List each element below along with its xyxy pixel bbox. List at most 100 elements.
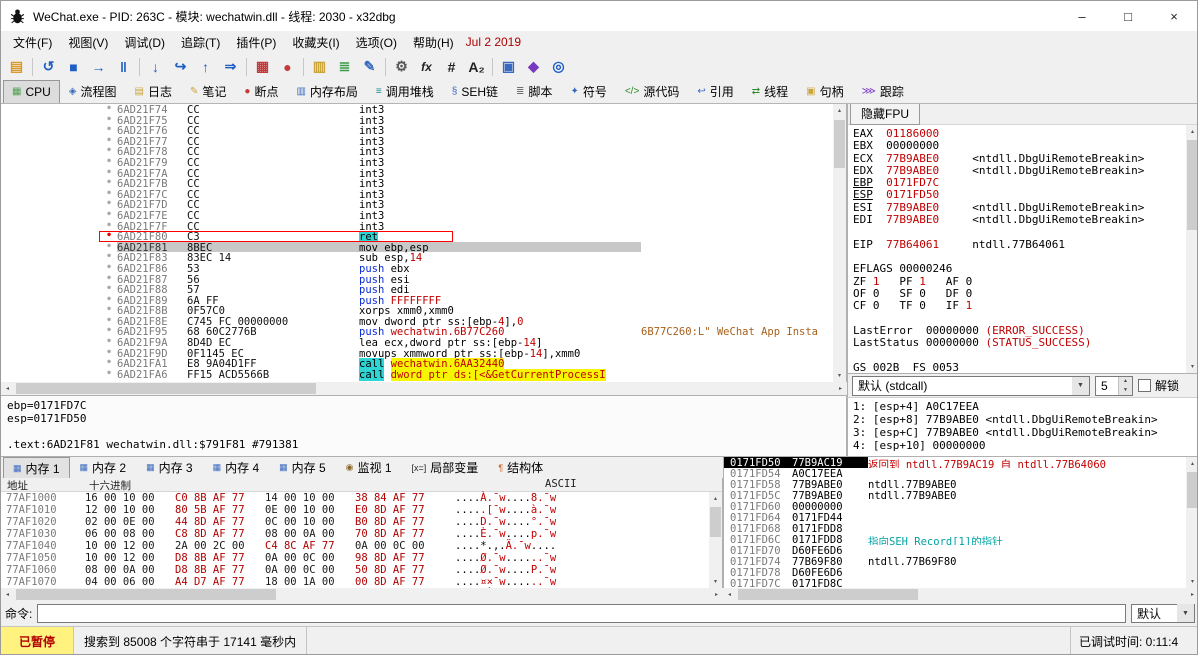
cpu-window-icon[interactable]: ▣ [496,55,521,78]
scroll-track[interactable] [1186,138,1198,360]
hash-icon[interactable]: # [439,55,464,78]
settings-icon[interactable]: ⚙ [389,55,414,78]
argument-line[interactable]: 1: [esp+4] A0C17EEA [853,400,1194,413]
breakpoint-dot[interactable]: ● [101,210,117,221]
breakpoint-dot[interactable]: ● [101,146,117,157]
menu-item[interactable]: 调试(D) [116,32,173,53]
menu-item[interactable]: 收藏夹(I) [284,32,347,53]
breakpoint-dot[interactable]: ● [101,263,117,274]
argument-count-stepper[interactable]: 5 ▲▼ [1095,376,1133,396]
stack-vscrollbar[interactable]: ▴ ▾ [1186,457,1198,588]
scroll-right-icon[interactable]: ▸ [1186,588,1198,601]
disassembly-vscrollbar[interactable]: ▴ ▾ [833,104,846,382]
breakpoint-dot[interactable]: ● [101,125,117,136]
scroll-thumb[interactable] [710,507,721,537]
tab-struct[interactable]: ¶结构体 [488,457,553,478]
register-line[interactable]: CF 0 TF 0 IF 1 [853,300,1194,312]
dump-row[interactable]: 77AF107004 00 06 00A4 D7 AF 7718 00 1A 0… [1,576,722,588]
register-line[interactable]: LastStatus 00000000 (STATUS_SUCCESS) [853,337,1194,349]
tab-trace[interactable]: ⋙跟踪 [853,80,913,103]
run-icon[interactable]: → [86,55,111,78]
disasm-row[interactable]: ●6AD21F8756push esi [1,274,846,285]
breakpoint-dot[interactable]: ● [101,168,117,179]
restart-icon[interactable]: ↺ [36,55,61,78]
scroll-track[interactable] [1186,470,1198,575]
tab-breakpoints[interactable]: ●断点 [235,80,287,103]
breakpoint-dot[interactable]: ● [101,326,117,337]
registers-vscrollbar[interactable]: ▴ ▾ [1186,125,1198,373]
scroll-right-icon[interactable]: ▸ [710,588,723,601]
tab-references[interactable]: ↩引用 [688,80,742,103]
stack-row[interactable]: 0171FD640171FD44 [724,512,1198,523]
scroll-left-icon[interactable]: ◂ [1,382,14,395]
scroll-up-icon[interactable]: ▴ [1186,457,1198,470]
argument-line[interactable]: 3: [esp+C] 77B9ABE0 <ntdll.DbgUiRemoteBr… [853,426,1194,439]
scroll-up-icon[interactable]: ▴ [709,492,722,505]
fx-icon[interactable]: fx [414,55,439,78]
stack-row[interactable]: 0171FD6000000000 [724,501,1198,512]
menu-item[interactable]: 插件(P) [228,32,284,53]
argument-line[interactable]: 4: [esp+10] 00000000 [853,439,1194,452]
scroll-down-icon[interactable]: ▾ [833,369,846,382]
tab-symbols[interactable]: ✦符号 [561,80,615,103]
dump-row[interactable]: 77AF104010 00 12 002A 00 2C 00C4 8C AF 7… [1,540,722,552]
disasm-row[interactable]: ●6AD21F76CCint3 [1,125,846,136]
pause-icon[interactable]: ‖ [111,55,136,78]
dump-row[interactable]: 77AF101012 00 10 0080 5B AF 770E 00 10 0… [1,504,722,516]
dump-row[interactable]: 77AF102002 00 0E 0044 8D AF 770C 00 10 0… [1,516,722,528]
dump-row[interactable]: 77AF103006 00 08 00C8 8D AF 7708 00 0A 0… [1,528,722,540]
menu-item[interactable]: 视图(V) [60,32,116,53]
tab-memory-4[interactable]: ▦内存 4 [203,457,270,478]
scroll-thumb[interactable] [834,120,845,168]
scroll-track[interactable] [736,588,1186,601]
disasm-row[interactable]: ●6AD21F7ACCint3 [1,168,846,179]
disasm-row[interactable]: ●6AD21F9A8D4D EClea ecx,dword ptr ss:[eb… [1,337,846,348]
tab-log[interactable]: ▤日志 [126,80,181,103]
run-to-user-code-icon[interactable]: ⇒ [218,55,243,78]
stop-icon[interactable]: ■ [61,55,86,78]
tab-memory-5[interactable]: ▦内存 5 [269,457,336,478]
breakpoint-dot[interactable]: ● [101,252,117,263]
register-line[interactable]: GS 002B FS 0053 [853,362,1194,373]
menu-item[interactable]: 选项(O) [348,32,405,53]
breakpoint-dot[interactable]: ● [101,295,117,306]
scroll-thumb[interactable] [1187,472,1198,508]
tab-memory-3[interactable]: ▦内存 3 [136,457,203,478]
scroll-track[interactable] [14,588,710,601]
disasm-row[interactable]: ●6AD21F8383EC 14sub esp,14 [1,252,846,263]
dump-hscrollbar[interactable]: ◂ ▸ [1,588,723,601]
command-input[interactable] [37,604,1126,623]
stepper-buttons[interactable]: ▲▼ [1118,377,1132,395]
chevron-down-icon[interactable]: ▼ [1177,604,1194,622]
disasm-row[interactable]: ●6AD21F74CCint3 [1,104,846,115]
disasm-row[interactable]: ●6AD21F7ECCint3 [1,210,846,221]
execute-till-return-icon[interactable]: ↑ [193,55,218,78]
scroll-up-icon[interactable]: ▴ [833,104,846,117]
scroll-down-icon[interactable]: ▾ [1186,360,1198,373]
menu-item[interactable]: 文件(F) [5,32,60,53]
open-file-icon[interactable]: ▤ [4,55,29,78]
disasm-row[interactable]: ●6AD21F80C3ret [1,231,846,242]
breakpoint-dot[interactable]: ● [101,369,117,380]
scroll-thumb[interactable] [738,589,918,600]
tab-memory-map[interactable]: ▥内存布局 [287,80,366,103]
scroll-track[interactable] [833,117,846,369]
tab-memory-2[interactable]: ▦内存 2 [70,457,137,478]
tab-memory-1[interactable]: ▦内存 1 [3,457,70,478]
breakpoint-dot[interactable]: ● [101,178,117,189]
breakpoint-dot[interactable]: ● [101,284,117,295]
patches-icon[interactable]: ✎ [357,55,382,78]
scroll-down-icon[interactable]: ▾ [1186,575,1198,588]
disasm-row[interactable]: ●6AD21F8857push edi [1,284,846,295]
step-over-icon[interactable]: ↪ [168,55,193,78]
breakpoint-dot[interactable]: ● [101,358,117,369]
close-button[interactable]: × [1151,1,1197,31]
disasm-row[interactable]: ●6AD21F7BCCint3 [1,178,846,189]
breakpoint-dot[interactable]: ● [101,157,117,168]
disasm-row[interactable]: ●6AD21F8EC745 FC 00000000mov dword ptr s… [1,316,846,327]
scroll-left-icon[interactable]: ◂ [723,588,736,601]
dump-row[interactable]: 77AF106008 00 0A 00D8 8B AF 770A 00 0C 0… [1,564,722,576]
dump-row[interactable]: 77AF105010 00 12 00D8 8B AF 770A 00 0C 0… [1,552,722,564]
font-size-icon[interactable]: A₂ [464,55,489,78]
breakpoint-dot[interactable]: ● [101,189,117,200]
